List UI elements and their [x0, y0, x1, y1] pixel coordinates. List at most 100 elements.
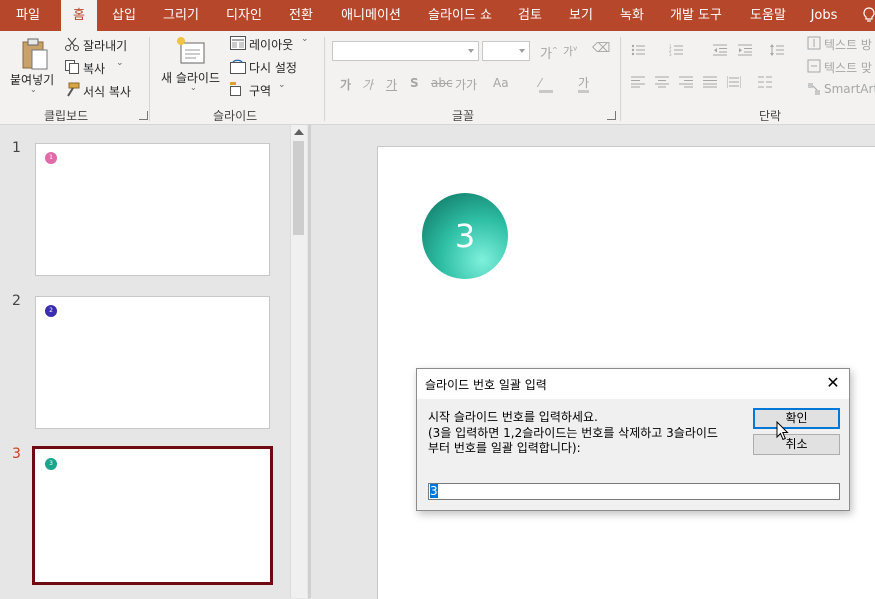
slide-number-3: 3	[12, 446, 21, 462]
format-painter-icon	[67, 82, 80, 97]
align-left-icon[interactable]	[631, 76, 645, 88]
paste-icon[interactable]	[20, 37, 50, 71]
paste-dropdown-arrow[interactable]: ⌄	[30, 85, 37, 94]
dialog-title: 슬라이드 번호 일괄 입력	[425, 378, 547, 392]
slide-thumbnail-2[interactable]: 2	[35, 296, 270, 429]
increase-font-size-icon[interactable]: 가^	[540, 43, 558, 62]
text-direction-icon	[807, 36, 821, 50]
slide-number-badge: 2	[45, 305, 57, 317]
section-icon	[230, 82, 241, 96]
slides-group-label: 슬라이드	[213, 109, 258, 123]
section-dropdown-arrow[interactable]: ⌄	[278, 80, 286, 90]
increase-indent-icon[interactable]	[738, 44, 752, 56]
scrollbar-thumb[interactable]	[293, 141, 304, 235]
reset-button[interactable]: 다시 설정	[249, 59, 297, 76]
italic-button[interactable]: 가	[362, 76, 373, 93]
layout-dropdown-arrow[interactable]: ⌄	[301, 34, 309, 44]
slide-number-badge: 1	[45, 152, 57, 164]
tab-animations[interactable]: 애니메이션	[334, 0, 408, 31]
distributed-icon[interactable]	[727, 76, 741, 88]
start-number-input[interactable]: 3	[428, 483, 840, 500]
ok-button[interactable]: 확인	[753, 408, 840, 429]
slide-thumbnail-3[interactable]: 3	[32, 446, 273, 585]
thumbnail-scrollbar[interactable]	[290, 125, 307, 598]
slide-thumbnail-1[interactable]: 1	[35, 143, 270, 276]
mouse-pointer-icon	[776, 421, 789, 441]
tab-file[interactable]: 파일	[6, 0, 50, 31]
font-size-combo[interactable]	[482, 41, 530, 61]
clear-formatting-icon[interactable]: ⌫	[592, 41, 610, 56]
tab-draw[interactable]: 그리기	[156, 0, 206, 31]
cut-button[interactable]: 잘라내기	[83, 37, 127, 54]
scroll-up-arrow-icon[interactable]	[294, 129, 304, 135]
tab-review[interactable]: 검토	[510, 0, 550, 31]
font-color-button[interactable]: 가	[578, 76, 590, 93]
bullets-icon[interactable]	[631, 44, 645, 56]
ribbon: 붙여넣기 ⌄ 잘라내기 복사 ⌄ 서식 복사 클립보드 새 슬라이드 ⌄ 레이아…	[0, 31, 875, 125]
slide-number-badge: 3	[45, 458, 57, 470]
font-group-label: 글꼴	[452, 109, 475, 123]
numbering-icon[interactable]: 1 2 3	[669, 44, 683, 56]
tab-view[interactable]: 보기	[561, 0, 601, 31]
new-slide-icon[interactable]	[176, 36, 206, 66]
tab-home[interactable]: 홈	[61, 0, 97, 31]
cancel-button[interactable]: 취소	[753, 434, 840, 455]
dialog-title-bar[interactable]: 슬라이드 번호 일괄 입력 ✕	[417, 369, 849, 399]
tab-transitions[interactable]: 전환	[280, 0, 322, 31]
align-right-icon[interactable]	[679, 76, 693, 88]
font-dialog-launcher[interactable]	[607, 111, 616, 120]
character-spacing-button[interactable]: 가가	[455, 76, 477, 93]
columns-icon[interactable]	[758, 76, 772, 88]
lightbulb-icon[interactable]	[862, 7, 875, 23]
tab-jobs[interactable]: Jobs	[805, 0, 843, 31]
text-direction-button[interactable]: 텍스트 방	[824, 36, 872, 53]
tab-record[interactable]: 녹화	[612, 0, 652, 31]
clipboard-group-label: 클립보드	[44, 109, 89, 123]
align-text-icon	[807, 59, 821, 73]
smartart-icon	[808, 83, 820, 95]
line-spacing-icon[interactable]	[770, 44, 784, 56]
decrease-indent-icon[interactable]	[713, 44, 727, 56]
layout-icon	[230, 36, 246, 50]
svg-text:3: 3	[669, 52, 672, 56]
smartart-button[interactable]: SmartArt	[824, 82, 875, 96]
change-case-button[interactable]: Aa	[493, 76, 509, 90]
new-slide-dropdown-arrow[interactable]: ⌄	[190, 83, 197, 92]
ribbon-tab-bar: 파일 홈 삽입 그리기 디자인 전환 애니메이션 슬라이드 쇼 검토 보기 녹화…	[0, 0, 875, 31]
layout-button[interactable]: 레이아웃	[249, 36, 293, 53]
decrease-font-size-icon[interactable]: 가v	[563, 43, 577, 59]
reset-icon	[230, 59, 246, 74]
align-center-icon[interactable]	[655, 76, 669, 88]
tab-slideshow[interactable]: 슬라이드 쇼	[420, 0, 500, 31]
copy-button[interactable]: 복사	[83, 60, 105, 77]
bold-button[interactable]: 가	[340, 76, 351, 93]
slide-number-1: 1	[12, 140, 21, 156]
separator	[149, 37, 150, 121]
font-name-combo[interactable]	[332, 41, 479, 61]
start-number-input-value: 3	[430, 484, 438, 498]
dialog-message-line-3: 부터 번호를 일괄 입력합니다):	[428, 441, 581, 455]
tab-help[interactable]: 도움말	[741, 0, 795, 31]
scissors-icon	[65, 37, 79, 51]
tab-insert[interactable]: 삽입	[104, 0, 144, 31]
justify-icon[interactable]	[703, 76, 717, 88]
paragraph-group-label: 단락	[759, 109, 782, 123]
separator	[620, 37, 621, 121]
highlight-button[interactable]: ⁄	[539, 76, 553, 93]
section-button[interactable]: 구역	[249, 82, 271, 99]
format-painter-button[interactable]: 서식 복사	[83, 83, 131, 100]
underline-button[interactable]: 가	[386, 76, 397, 93]
slide-number-circle[interactable]: 3	[422, 193, 508, 279]
tab-developer[interactable]: 개발 도구	[664, 0, 728, 31]
copy-icon	[65, 60, 79, 74]
dialog-message-line-1: 시작 슬라이드 번호를 입력하세요.	[428, 410, 598, 424]
separator	[324, 37, 325, 121]
shadow-button[interactable]: S	[410, 76, 419, 90]
tab-design[interactable]: 디자인	[219, 0, 269, 31]
strikethrough-button[interactable]: abc	[431, 76, 453, 90]
close-icon[interactable]: ✕	[825, 375, 841, 391]
copy-dropdown-arrow[interactable]: ⌄	[116, 58, 124, 68]
clipboard-dialog-launcher[interactable]	[139, 111, 148, 120]
align-text-button[interactable]: 텍스트 맞	[824, 59, 872, 76]
slide-number-2: 2	[12, 293, 21, 309]
